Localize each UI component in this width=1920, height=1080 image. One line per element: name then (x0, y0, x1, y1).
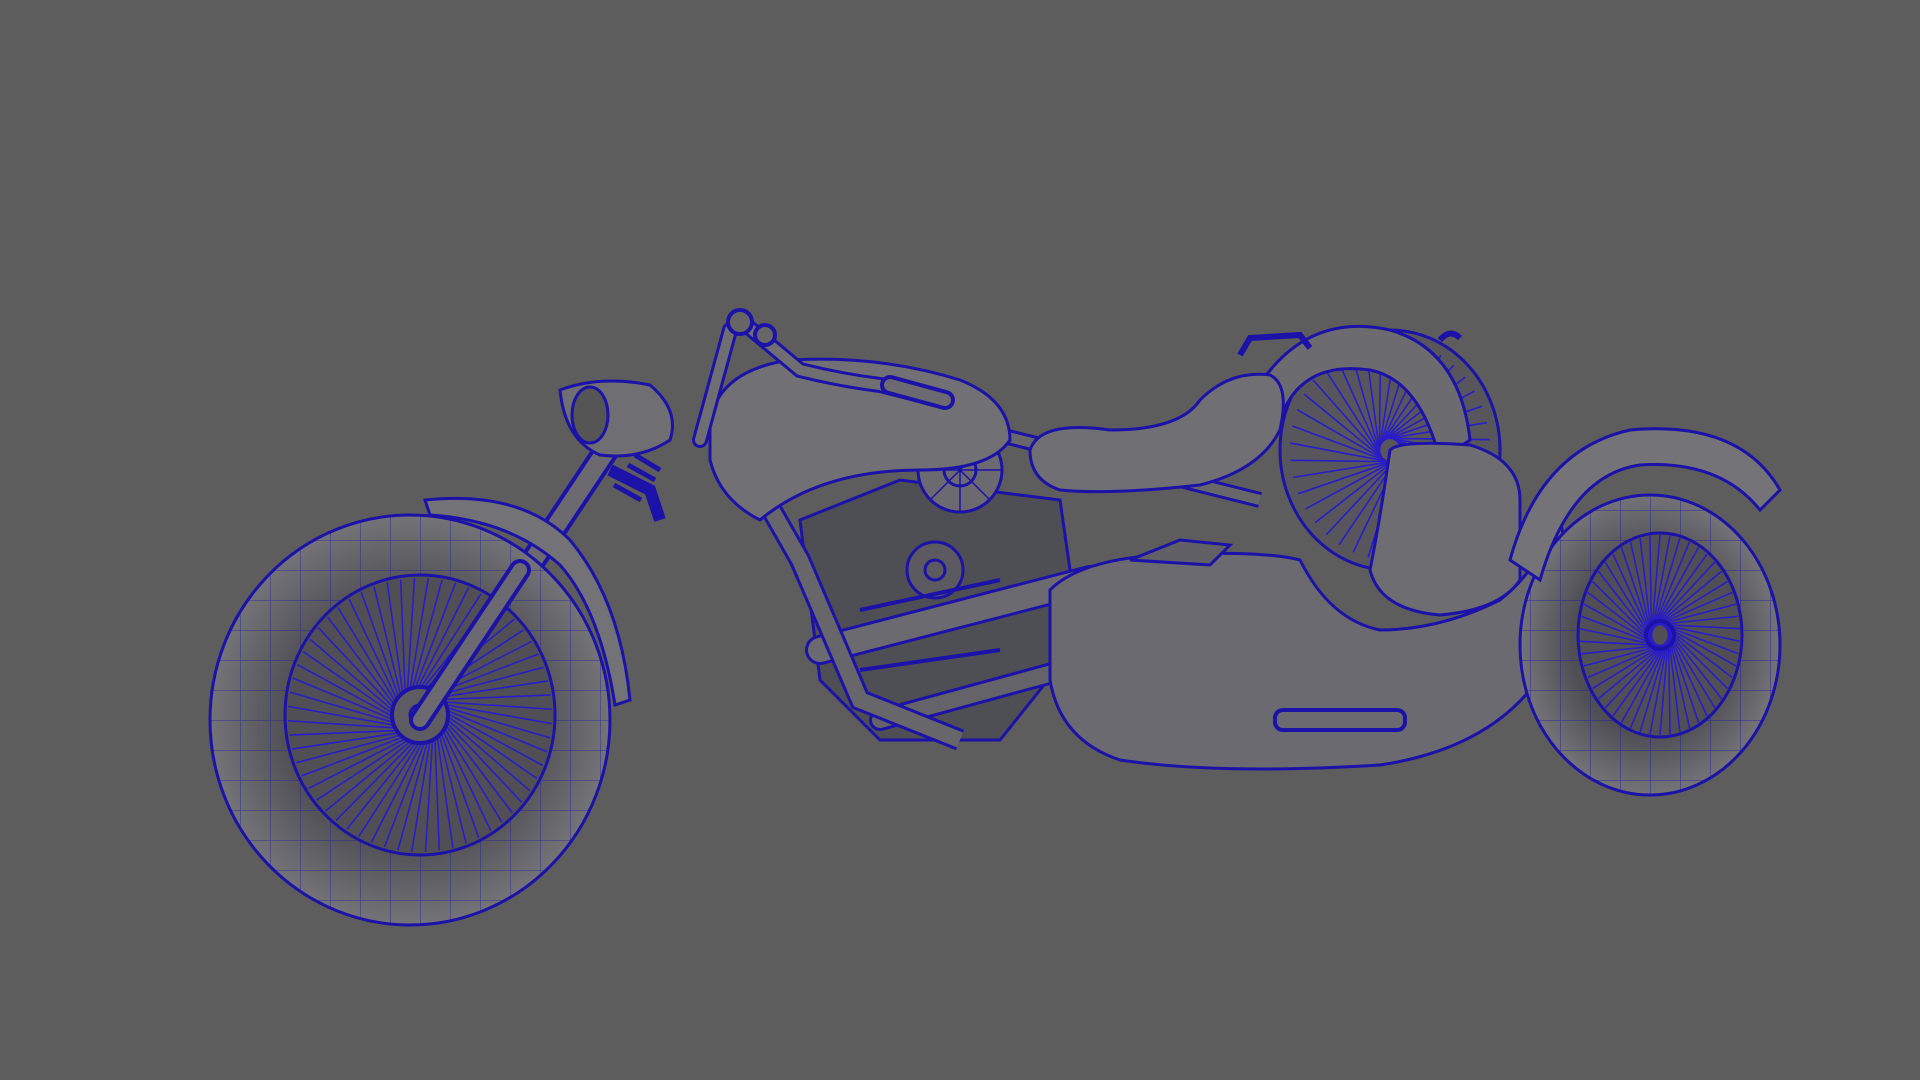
sidecar-seat (1365, 440, 1525, 620)
headlight (555, 375, 685, 465)
seat (1028, 370, 1290, 500)
wireframe-trike-model (208, 308, 1920, 927)
3d-viewport[interactable] (0, 0, 1920, 1080)
sidecar-wheel (1518, 493, 1782, 797)
